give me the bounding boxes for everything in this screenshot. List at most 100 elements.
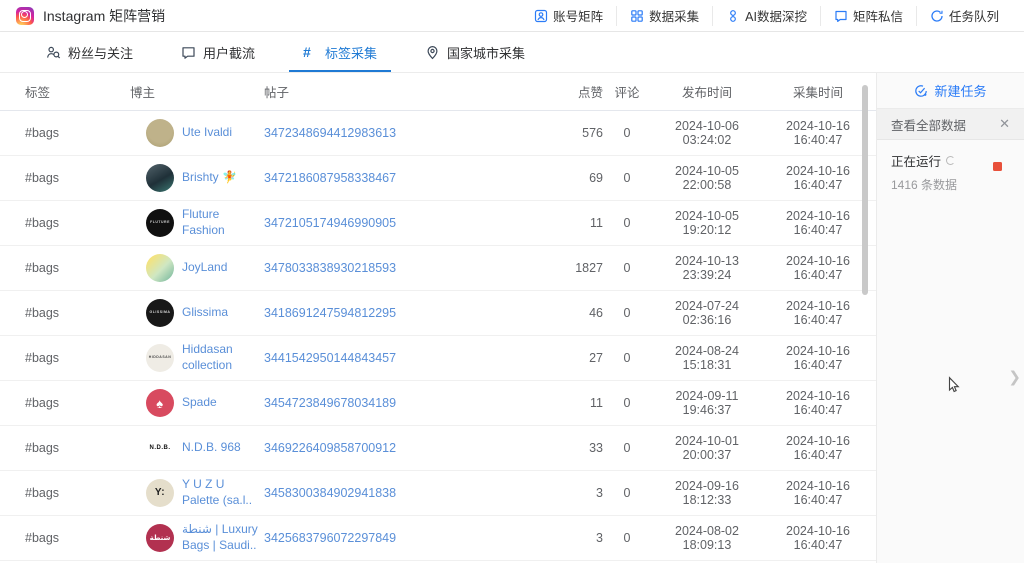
likes-count: 33 [555,441,603,455]
table-row: #bags Y: Y U Z U Palette (sa.l.. 3458300… [0,471,876,516]
post-id-link[interactable]: 3418691247594812295 [264,306,555,320]
tab-country-city-collect[interactable]: 国家城市采集 [401,32,549,72]
collect-time: 2024-10-16 16:40:47 [763,389,873,417]
blogger-cell: Ute Ivaldi [130,119,264,147]
running-label: 正在运行 [891,151,941,170]
task-side-panel: 新建任务 查看全部数据 ✕ 正在运行 1416 条数据 ❯ [877,73,1024,563]
post-id-link[interactable]: 3478033838930218593 [264,261,555,275]
likes-count: 3 [555,531,603,545]
post-id-link[interactable]: 3441542950144843457 [264,351,555,365]
likes-count: 27 [555,351,603,365]
likes-count: 11 [555,396,603,410]
blogger-name-link[interactable]: شنطة | Luxury Bags | Saudi.. [182,522,264,553]
nav-item-data-collect[interactable]: 数据采集 [616,6,712,26]
new-task-icon [914,84,928,98]
user-intercept-icon [181,45,196,60]
collapse-panel-chevron-icon[interactable]: ❯ [1008,368,1021,386]
post-id-link[interactable]: 3454723849678034189 [264,396,555,410]
table-row: #bags Ute Ivaldi 3472348694412983613 576… [0,111,876,156]
blogger-cell: GLISSIMA Glissima [130,299,264,327]
table-row: #bags HIDDASAN Hiddasan collection 34415… [0,336,876,381]
collect-time: 2024-10-16 16:40:47 [763,299,873,327]
tag-cell: #bags [25,216,130,230]
nav-item-account-matrix[interactable]: 账号矩阵 [521,6,616,26]
nav-item-ai-mining[interactable]: AI数据深挖 [712,6,820,26]
post-id-link[interactable]: 3472105174946990905 [264,216,555,230]
blogger-name-link[interactable]: Brishty 🧚 [182,170,237,186]
table-row: #bags شنطة شنطة | Luxury Bags | Saudi.. … [0,516,876,561]
blogger-avatar[interactable]: ♠ [146,389,174,417]
comments-count: 0 [603,351,651,365]
new-task-button[interactable]: 新建任务 [877,73,1024,109]
comments-count: 0 [603,441,651,455]
publish-time: 2024-10-13 23:39:24 [651,254,763,282]
publish-time: 2024-09-16 18:12:33 [651,479,763,507]
blogger-avatar[interactable]: GLISSIMA [146,299,174,327]
table-scrollbar[interactable] [862,85,868,295]
collect-time: 2024-10-16 16:40:47 [763,164,873,192]
blogger-avatar[interactable]: HIDDASAN [146,344,174,372]
tag-cell: #bags [25,306,130,320]
data-collect-icon [630,9,644,23]
table-row: #bags N.D.B. N.D.B. 968 3469226409858700… [0,426,876,471]
post-id-link[interactable]: 3469226409858700912 [264,441,555,455]
col-header-tag: 标签 [25,82,130,101]
tab-fans-follow[interactable]: 粉丝与关注 [22,32,157,72]
blogger-name-link[interactable]: Ute Ivaldi [182,125,232,141]
blogger-avatar[interactable] [146,164,174,192]
blogger-avatar[interactable]: شنطة [146,524,174,552]
likes-count: 11 [555,216,603,230]
publish-time: 2024-10-05 22:00:58 [651,164,763,192]
close-icon[interactable]: ✕ [999,116,1010,132]
col-header-post: 帖子 [264,82,555,101]
main-content: 标签 博主 帖子 点赞 评论 发布时间 采集时间 #bags Ute Ivald… [0,73,1024,563]
post-id-link[interactable]: 3458300384902941838 [264,486,555,500]
blogger-name-link[interactable]: N.D.B. 968 [182,440,241,456]
blogger-name-link[interactable]: Y U Z U Palette (sa.l.. [182,477,264,508]
blogger-avatar[interactable]: Y: [146,479,174,507]
collect-time: 2024-10-16 16:40:47 [763,479,873,507]
blogger-name-link[interactable]: Glissima [182,305,228,321]
table-row: #bags ♠ Spade 3454723849678034189 11 0 2… [0,381,876,426]
nav-label: 矩阵私信 [853,6,903,25]
tab-hashtag-collect[interactable]: # 标签采集 [279,32,401,72]
blogger-name-link[interactable]: Hiddasan collection [182,342,264,373]
matrix-dm-icon [834,9,848,23]
tag-cell: #bags [25,531,130,545]
blogger-cell: HIDDASAN Hiddasan collection [130,342,264,373]
blogger-name-link[interactable]: Spade [182,395,217,411]
nav-item-task-queue[interactable]: 任务队列 [916,6,1012,26]
col-header-collect-time: 采集时间 [763,82,873,101]
stop-task-button[interactable] [993,162,1002,171]
nav-label: 数据采集 [649,6,699,25]
blogger-name-link[interactable]: Fluture Fashion [182,207,264,238]
blogger-avatar[interactable] [146,254,174,282]
nav-item-matrix-dm[interactable]: 矩阵私信 [820,6,916,26]
blogger-avatar[interactable]: FLUTURE [146,209,174,237]
post-id-link[interactable]: 3425683796072297849 [264,531,555,545]
blogger-avatar[interactable]: N.D.B. [146,434,174,462]
tab-user-intercept[interactable]: 用户截流 [157,32,279,72]
task-queue-icon [930,9,944,23]
blogger-avatar[interactable] [146,119,174,147]
data-count: 1416 条数据 [891,176,1010,193]
loading-spinner-icon [946,156,955,165]
blogger-cell: Brishty 🧚 [130,164,264,192]
nav-label: AI数据深挖 [745,6,807,25]
blogger-name-link[interactable]: JoyLand [182,260,227,276]
comments-count: 0 [603,486,651,500]
publish-time: 2024-08-02 18:09:13 [651,524,763,552]
comments-count: 0 [603,531,651,545]
post-id-link[interactable]: 3472348694412983613 [264,126,555,140]
col-header-publish-time: 发布时间 [651,82,763,101]
tag-cell: #bags [25,441,130,455]
post-id-link[interactable]: 3472186087958338467 [264,171,555,185]
tag-cell: #bags [25,261,130,275]
view-all-data-bar[interactable]: 查看全部数据 ✕ [877,109,1024,140]
collect-time: 2024-10-16 16:40:47 [763,254,873,282]
comments-count: 0 [603,396,651,410]
view-all-label: 查看全部数据 [891,115,966,134]
publish-time: 2024-10-06 03:24:02 [651,119,763,147]
publish-time: 2024-07-24 02:36:16 [651,299,763,327]
blogger-cell: JoyLand [130,254,264,282]
